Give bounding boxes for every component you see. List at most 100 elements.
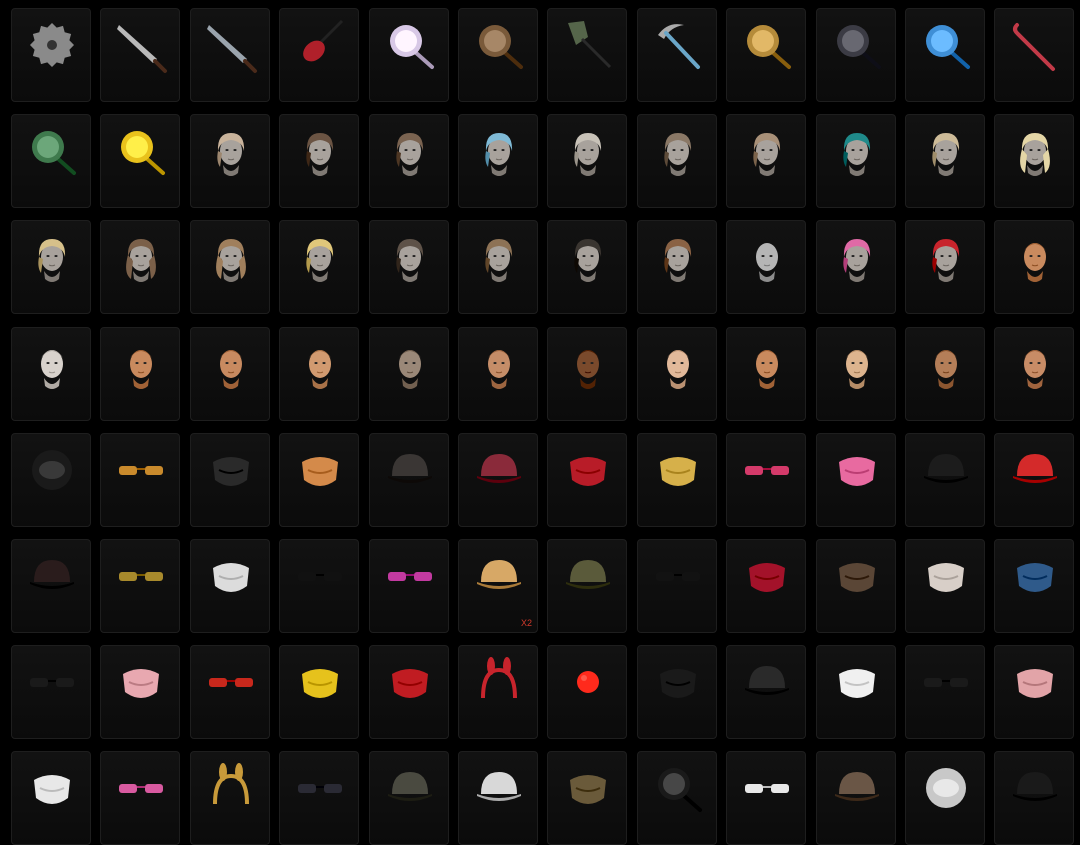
shovel-icon [558,15,618,75]
inventory-slot[interactable] [11,751,91,845]
inventory-slot[interactable] [904,538,985,633]
inventory-slot[interactable] [726,432,807,527]
inventory-slot[interactable] [636,751,717,845]
inventory-slot[interactable] [994,751,1075,845]
inventory-slot[interactable] [726,8,807,102]
inventory-slot[interactable] [636,538,717,633]
inventory-slot[interactable] [189,538,270,633]
inventory-slot[interactable] [726,220,807,315]
inventory-slot[interactable] [726,645,807,740]
inventory-slot[interactable] [368,8,449,102]
inventory-slot[interactable] [189,220,270,315]
inventory-slot[interactable] [368,538,449,633]
inventory-slot[interactable] [100,114,181,209]
black-red-cap-icon [22,546,82,606]
inventory-slot[interactable] [904,220,985,315]
inventory-slot[interactable] [636,220,717,315]
inventory-slot[interactable] [368,432,449,527]
inventory-slot[interactable] [636,432,717,527]
inventory-slot[interactable] [368,114,449,209]
inventory-slot[interactable] [279,220,360,315]
inventory-slot[interactable] [994,220,1075,315]
inventory-slot[interactable] [904,432,985,527]
inventory-slot[interactable] [100,751,181,845]
inventory-slot[interactable] [457,114,538,209]
inventory-slot[interactable] [11,220,91,315]
inventory-slot[interactable] [726,326,807,421]
inventory-slot[interactable] [904,645,985,740]
inventory-slot[interactable] [726,751,807,845]
inventory-slot[interactable] [279,751,360,845]
inventory-slot[interactable] [547,114,628,209]
inventory-slot[interactable] [279,538,360,633]
inventory-slot[interactable] [100,326,181,421]
inventory-slot[interactable] [368,220,449,315]
inventory-slot[interactable] [547,220,628,315]
inventory-slot[interactable] [100,220,181,315]
inventory-slot[interactable] [994,432,1075,527]
inventory-slot[interactable] [100,8,181,102]
inventory-slot[interactable] [815,114,896,209]
inventory-slot[interactable]: X2 [457,538,538,633]
inventory-slot[interactable] [457,751,538,845]
inventory-slot[interactable] [547,432,628,527]
inventory-slot[interactable] [11,645,91,740]
inventory-slot[interactable] [547,751,628,845]
inventory-slot[interactable] [457,645,538,740]
inventory-slot[interactable] [457,432,538,527]
inventory-slot[interactable] [11,326,91,421]
inventory-slot[interactable] [189,645,270,740]
inventory-slot[interactable] [815,8,896,102]
inventory-slot[interactable] [547,538,628,633]
inventory-slot[interactable] [368,326,449,421]
inventory-slot[interactable] [815,538,896,633]
inventory-slot[interactable] [547,326,628,421]
inventory-slot[interactable] [726,114,807,209]
inventory-slot[interactable] [100,645,181,740]
inventory-slot[interactable] [457,8,538,102]
inventory-slot[interactable] [189,751,270,845]
inventory-slot[interactable] [189,114,270,209]
wayfarer-sunglasses-icon [648,546,708,606]
inventory-slot[interactable] [994,114,1075,209]
inventory-slot[interactable] [547,645,628,740]
inventory-slot[interactable] [279,326,360,421]
inventory-slot[interactable] [189,8,270,102]
inventory-slot[interactable] [904,751,985,845]
inventory-slot[interactable] [636,326,717,421]
inventory-slot[interactable] [994,645,1075,740]
inventory-slot[interactable] [11,8,91,102]
inventory-slot[interactable] [904,326,985,421]
inventory-slot[interactable] [815,220,896,315]
inventory-slot[interactable] [815,645,896,740]
inventory-slot[interactable] [279,432,360,527]
inventory-slot[interactable] [368,751,449,845]
inventory-slot[interactable] [904,8,985,102]
inventory-slot[interactable] [994,538,1075,633]
inventory-slot[interactable] [994,8,1075,102]
inventory-slot[interactable] [279,114,360,209]
inventory-slot[interactable] [815,432,896,527]
inventory-slot[interactable] [100,538,181,633]
inventory-slot[interactable] [815,326,896,421]
inventory-slot[interactable] [994,326,1075,421]
inventory-slot[interactable] [904,114,985,209]
inventory-slot[interactable] [189,432,270,527]
inventory-slot[interactable] [636,114,717,209]
inventory-slot[interactable] [11,538,91,633]
inventory-slot[interactable] [457,326,538,421]
inventory-slot[interactable] [279,645,360,740]
inventory-slot[interactable] [457,220,538,315]
inventory-slot[interactable] [726,538,807,633]
inventory-slot[interactable] [189,326,270,421]
inventory-slot[interactable] [11,432,91,527]
inventory-slot[interactable] [279,8,360,102]
inventory-slot[interactable] [368,645,449,740]
inventory-slot[interactable] [636,8,717,102]
face-female-makeup-icon [737,334,797,394]
inventory-slot[interactable] [815,751,896,845]
inventory-slot[interactable] [100,432,181,527]
inventory-slot[interactable] [636,645,717,740]
inventory-slot[interactable] [547,8,628,102]
inventory-slot[interactable] [11,114,91,209]
